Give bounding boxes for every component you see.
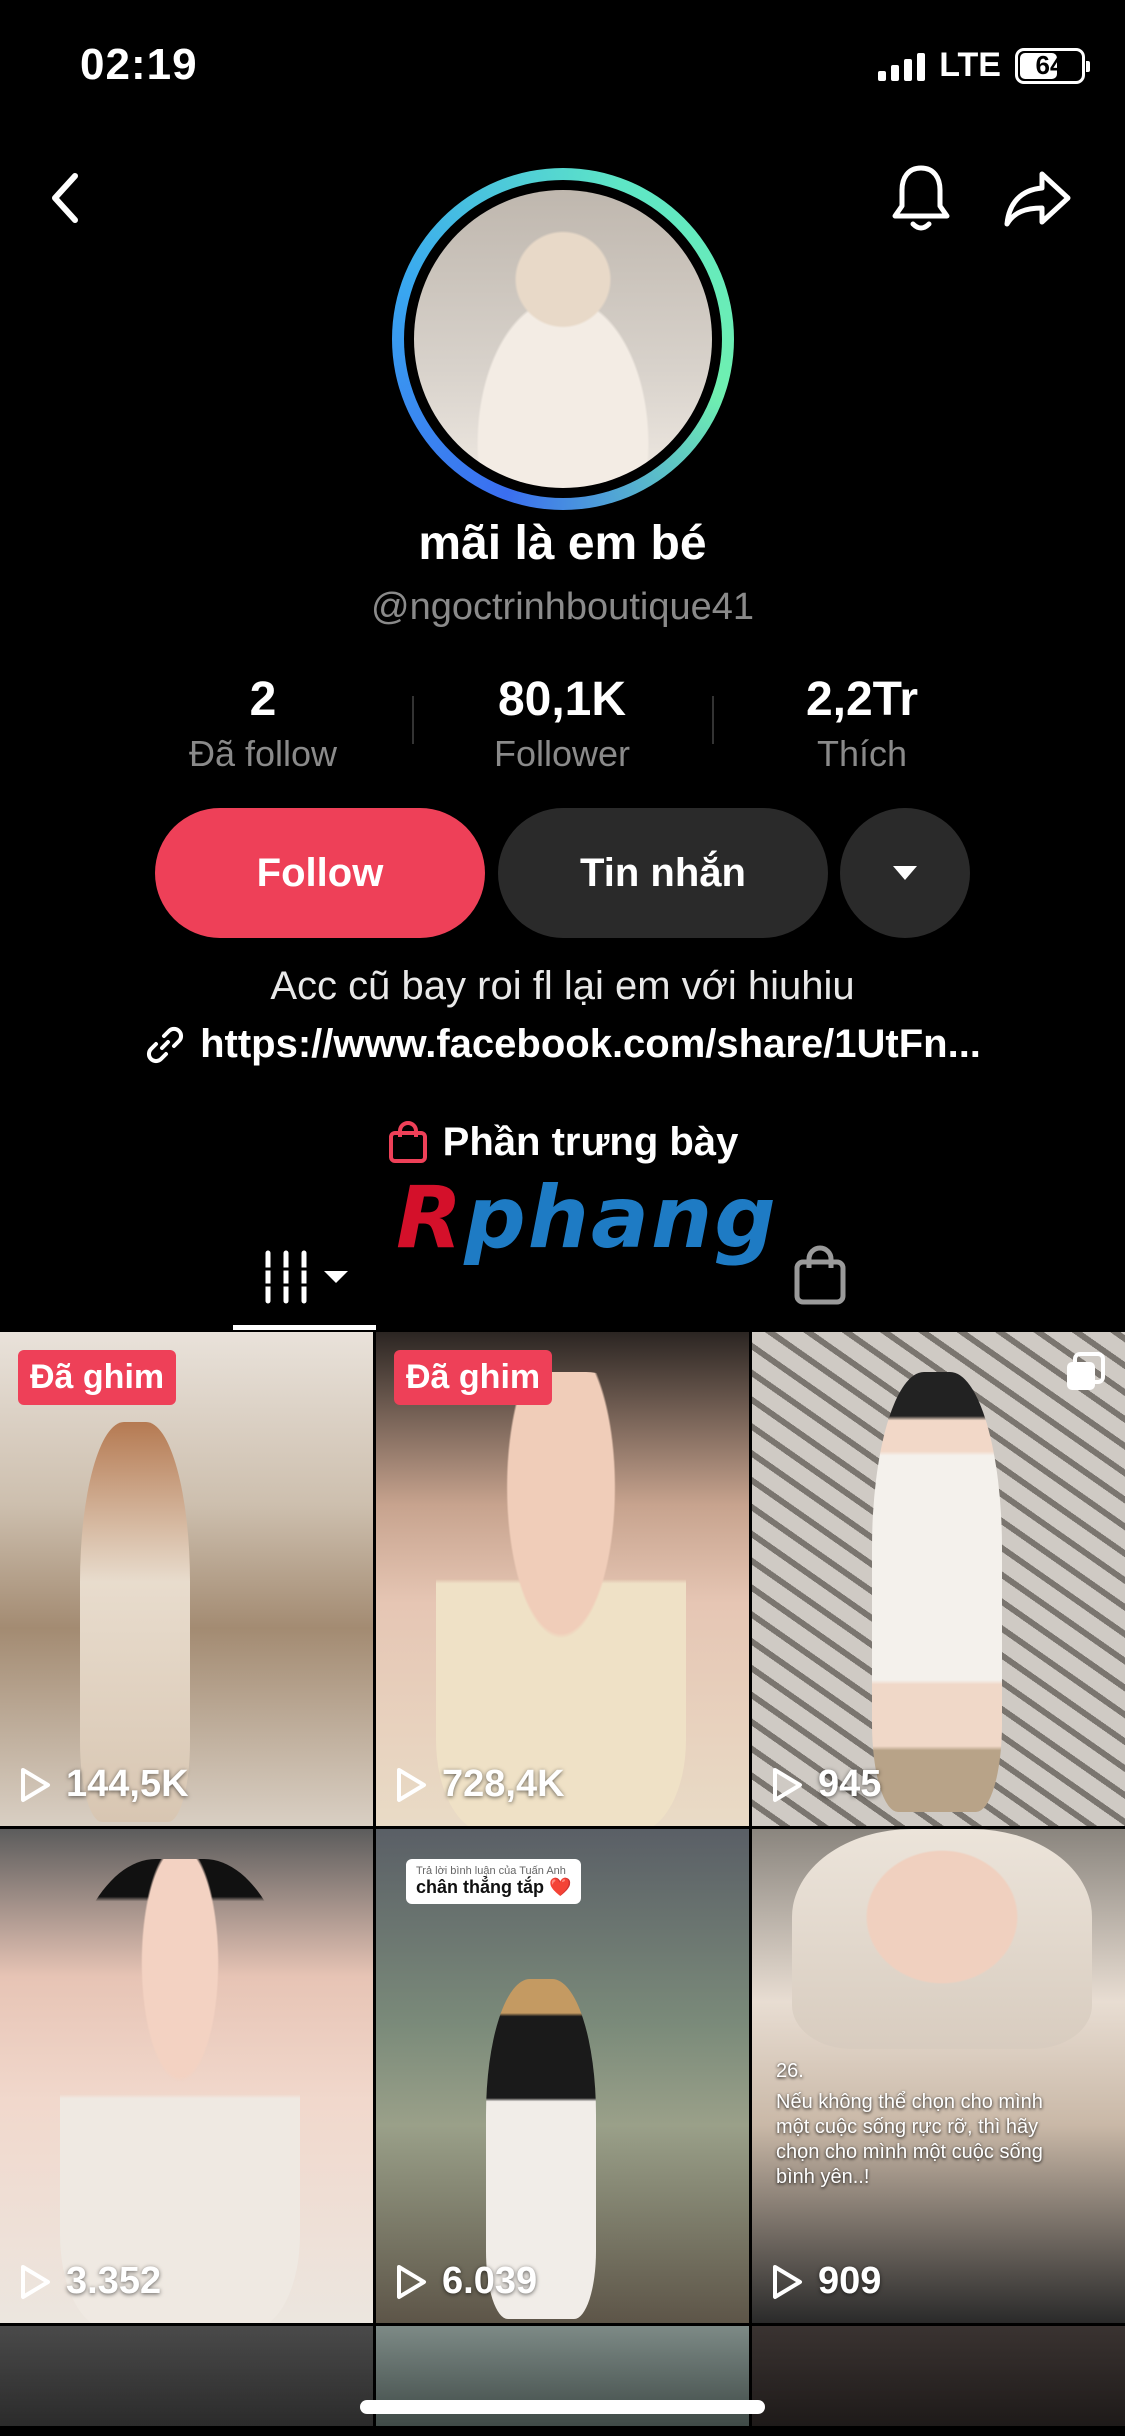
- content-tabs: [0, 1230, 1125, 1330]
- play-icon: [21, 1767, 50, 1802]
- avatar-photo: [414, 190, 712, 488]
- video-grid: Đã ghim 144,5K Đã ghim 728,4K 945 3.352: [0, 1332, 1125, 2426]
- status-right: LTE 64: [878, 46, 1090, 85]
- bio-text: Acc cũ bay roi fl lại em với hiuhiu: [270, 964, 855, 1008]
- view-count: 728,4K: [394, 1763, 565, 1806]
- avatar[interactable]: [392, 168, 734, 510]
- shopping-bag-icon: [388, 1120, 427, 1163]
- video-thumbnail[interactable]: Đã ghim 144,5K: [0, 1332, 373, 1826]
- home-indicator[interactable]: [360, 2400, 765, 2414]
- stat-following-value: 2: [249, 673, 277, 726]
- tab-videos[interactable]: [262, 1242, 352, 1312]
- stat-followers[interactable]: 80,1K Follower: [412, 672, 712, 775]
- play-icon: [397, 2264, 426, 2299]
- share-icon[interactable]: [1000, 164, 1076, 234]
- showcase-link[interactable]: Phần trưng bày: [0, 1120, 1125, 1165]
- signal-icon: [878, 51, 926, 81]
- video-thumbnail[interactable]: [0, 2326, 373, 2426]
- pinned-badge: Đã ghim: [394, 1350, 553, 1405]
- video-caption-overlay: 26. Nếu không thể chọn cho mình một cuộc…: [776, 2060, 1043, 2188]
- status-bar: 02:19 LTE 64: [0, 0, 1125, 140]
- bio-link-text: https://www.facebook.com/share/1UtFn...: [200, 1022, 981, 1066]
- reply-comment-chip: Trả lời bình luận của Tuấn Anh chân thẳn…: [406, 1859, 582, 1904]
- profile-stats: 2 Đã follow 80,1K Follower 2,2Tr Thích: [0, 672, 1125, 775]
- play-icon: [773, 2264, 802, 2299]
- stat-followers-label: Follower: [493, 733, 631, 774]
- showcase-label: Phần trưng bày: [442, 1120, 739, 1164]
- videos-grid-icon: [262, 1250, 348, 1304]
- shop-bag-icon: [794, 1245, 846, 1305]
- active-tab-indicator: [233, 1325, 376, 1330]
- pinned-badge: Đã ghim: [18, 1350, 177, 1405]
- caret-down-icon: [893, 866, 917, 880]
- stat-divider: [712, 696, 714, 744]
- stat-followers-value: 80,1K: [497, 673, 627, 726]
- video-thumbnail[interactable]: 26. Nếu không thể chọn cho mình một cuộc…: [752, 1829, 1125, 2323]
- play-icon: [21, 2264, 50, 2299]
- video-thumbnail[interactable]: 3.352: [0, 1829, 373, 2323]
- network-label: LTE: [939, 46, 1001, 84]
- link-icon: [147, 1026, 184, 1063]
- battery-icon: 64: [1015, 47, 1090, 84]
- bell-icon[interactable]: [888, 160, 954, 236]
- more-options-button[interactable]: [840, 808, 970, 938]
- avatar-inner: [404, 180, 722, 498]
- view-count: 144,5K: [18, 1763, 189, 1806]
- status-time: 02:19: [80, 40, 198, 89]
- video-thumbnail[interactable]: [752, 2326, 1125, 2426]
- message-button[interactable]: Tin nhắn: [498, 808, 828, 938]
- stat-divider: [412, 696, 414, 744]
- follow-button[interactable]: Follow: [155, 808, 485, 938]
- video-thumbnail[interactable]: Đã ghim 728,4K: [376, 1332, 749, 1826]
- battery-percent: 64: [1035, 50, 1065, 80]
- view-count: 909: [770, 2260, 881, 2303]
- display-name: mãi là em bé: [418, 517, 707, 570]
- back-chevron-icon[interactable]: [40, 168, 90, 228]
- tab-shop[interactable]: [790, 1240, 850, 1310]
- stat-following[interactable]: 2 Đã follow: [113, 672, 413, 775]
- stat-following-label: Đã follow: [188, 733, 338, 774]
- play-icon: [773, 1767, 802, 1802]
- play-icon: [397, 1767, 426, 1802]
- view-count: 945: [770, 1763, 881, 1806]
- username-handle: @ngoctrinhboutique41: [371, 586, 754, 628]
- video-thumbnail[interactable]: Trả lời bình luận của Tuấn Anh chân thẳn…: [376, 1829, 749, 2323]
- view-count: 3.352: [18, 2260, 161, 2303]
- stat-likes-label: Thích: [816, 733, 908, 774]
- stat-likes-value: 2,2Tr: [805, 673, 919, 726]
- view-count: 6.039: [394, 2260, 537, 2303]
- bio-link[interactable]: https://www.facebook.com/share/1UtFn...: [0, 1022, 1125, 1067]
- stat-likes[interactable]: 2,2Tr Thích: [712, 672, 1012, 775]
- multi-photo-icon: [1063, 1350, 1107, 1399]
- video-thumbnail[interactable]: 945: [752, 1332, 1125, 1826]
